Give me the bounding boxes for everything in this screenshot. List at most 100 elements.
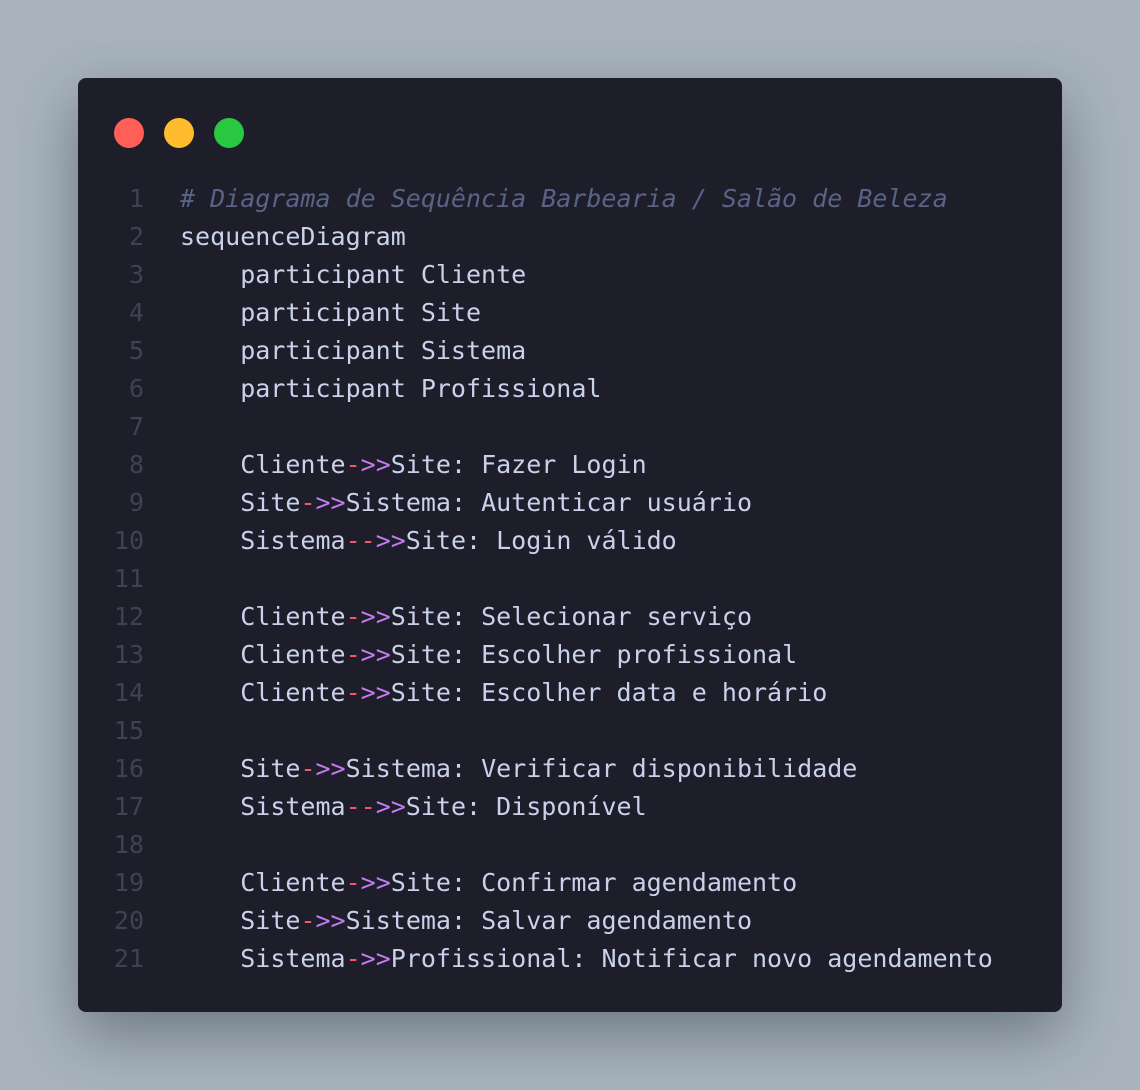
close-button[interactable]: [114, 118, 144, 148]
line-number: 5: [128, 336, 144, 365]
line-number: 15: [113, 716, 144, 745]
message-arrow: ->>: [345, 640, 391, 669]
line-number: 3: [128, 260, 144, 289]
message-receiver: Sistema: [345, 906, 451, 935]
code-line: 19 Cliente->>Site: Confirmar agendamento: [78, 864, 1062, 902]
line-number: 1: [128, 184, 144, 213]
line-content: # Diagrama de Sequência Barbearia / Salã…: [180, 180, 948, 218]
line-number: 9: [128, 488, 144, 517]
message-sender: Site: [240, 488, 301, 517]
code-line: 10 Sistema-->>Site: Login válido: [78, 522, 1062, 560]
line-number: 13: [113, 640, 144, 669]
message-receiver: Site: [390, 678, 451, 707]
code-line: 1 # Diagrama de Sequência Barbearia / Sal…: [78, 180, 1062, 218]
code-line: 17 Sistema-->>Site: Disponível: [78, 788, 1062, 826]
code-line: 6 participant Profissional: [78, 370, 1062, 408]
message-text: : Notificar novo agendamento: [571, 944, 993, 973]
message-sender: Cliente: [240, 678, 346, 707]
minimize-button[interactable]: [164, 118, 194, 148]
message-receiver: Site: [405, 792, 467, 821]
message-arrow: ->>: [345, 944, 391, 973]
code-line: 4 participant Site: [78, 294, 1062, 332]
message-arrow: ->>: [300, 488, 346, 517]
message-receiver: Profissional: [390, 944, 572, 973]
message-receiver: Sistema: [345, 488, 451, 517]
message-sender: Site: [240, 754, 301, 783]
message-text: : Escolher profissional: [450, 640, 798, 669]
message-sender: Cliente: [240, 450, 346, 479]
line-content: Sistema-->>Site: Disponível: [180, 788, 647, 826]
line-number: 2: [128, 222, 144, 251]
line-content: sequenceDiagram: [180, 218, 406, 256]
message-text: : Confirmar agendamento: [450, 868, 798, 897]
code-line: 16 Site->>Sistema: Verificar disponibili…: [78, 750, 1062, 788]
message-text: : Login válido: [466, 526, 677, 555]
line-content: Cliente->>Site: Escolher data e horário: [180, 674, 827, 712]
message-receiver: Site: [390, 450, 451, 479]
line-number: 4: [128, 298, 144, 327]
line-content: participant Sistema: [180, 332, 526, 370]
code-block: 1 # Diagrama de Sequência Barbearia / Sal…: [78, 180, 1062, 978]
code-line: 7: [78, 408, 1062, 446]
code-text: sequenceDiagram: [180, 222, 406, 251]
message-receiver: Site: [390, 602, 451, 631]
message-receiver: Sistema: [345, 754, 451, 783]
line-content: Cliente->>Site: Escolher profissional: [180, 636, 797, 674]
line-content: Site->>Sistema: Autenticar usuário: [180, 484, 752, 522]
message-sender: Cliente: [240, 640, 346, 669]
message-text: : Salvar agendamento: [450, 906, 752, 935]
message-text: : Verificar disponibilidade: [450, 754, 858, 783]
code-line: 2 sequenceDiagram: [78, 218, 1062, 256]
line-content: Cliente->>Site: Selecionar serviço: [180, 598, 752, 636]
code-comment: # Diagrama de Sequência Barbearia / Salã…: [180, 184, 948, 213]
line-content: participant Profissional: [180, 370, 601, 408]
line-number: 19: [113, 868, 144, 897]
line-content: Site->>Sistema: Verificar disponibilidad…: [180, 750, 857, 788]
line-content: participant Cliente: [180, 256, 526, 294]
maximize-button[interactable]: [214, 118, 244, 148]
message-sender: Sistema: [240, 944, 346, 973]
message-text: : Disponível: [466, 792, 647, 821]
code-text: participant Site: [180, 298, 482, 327]
message-sender: Cliente: [240, 868, 346, 897]
line-number: 14: [113, 678, 144, 707]
line-content: Cliente->>Site: Fazer Login: [180, 446, 647, 484]
line-number: 17: [113, 792, 144, 821]
line-number: 8: [128, 450, 144, 479]
window-controls: [114, 118, 244, 148]
code-text: participant Cliente: [180, 260, 527, 289]
message-receiver: Site: [405, 526, 467, 555]
message-receiver: Site: [390, 640, 451, 669]
message-sender: Sistema: [240, 792, 346, 821]
line-number: 11: [113, 564, 144, 593]
message-receiver: Site: [390, 868, 451, 897]
message-arrow: ->>: [345, 678, 391, 707]
line-content: participant Site: [180, 294, 481, 332]
message-text: : Escolher data e horário: [450, 678, 828, 707]
line-content: Cliente->>Site: Confirmar agendamento: [180, 864, 797, 902]
code-line: 5 participant Sistema: [78, 332, 1062, 370]
message-text: : Fazer Login: [450, 450, 647, 479]
code-text: participant Sistema: [180, 336, 527, 365]
code-line: 12 Cliente->>Site: Selecionar serviço: [78, 598, 1062, 636]
code-line: 18: [78, 826, 1062, 864]
line-number: 10: [113, 526, 144, 555]
message-arrow: -->>: [345, 526, 406, 555]
message-arrow: ->>: [345, 868, 391, 897]
message-arrow: ->>: [300, 754, 346, 783]
code-line: 9 Site->>Sistema: Autenticar usuário: [78, 484, 1062, 522]
message-text: : Autenticar usuário: [450, 488, 752, 517]
message-text: : Selecionar serviço: [450, 602, 752, 631]
message-arrow: ->>: [345, 602, 391, 631]
code-line: 3 participant Cliente: [78, 256, 1062, 294]
line-content: Sistema-->>Site: Login válido: [180, 522, 677, 560]
line-number: 21: [113, 944, 144, 973]
line-number: 20: [113, 906, 144, 935]
